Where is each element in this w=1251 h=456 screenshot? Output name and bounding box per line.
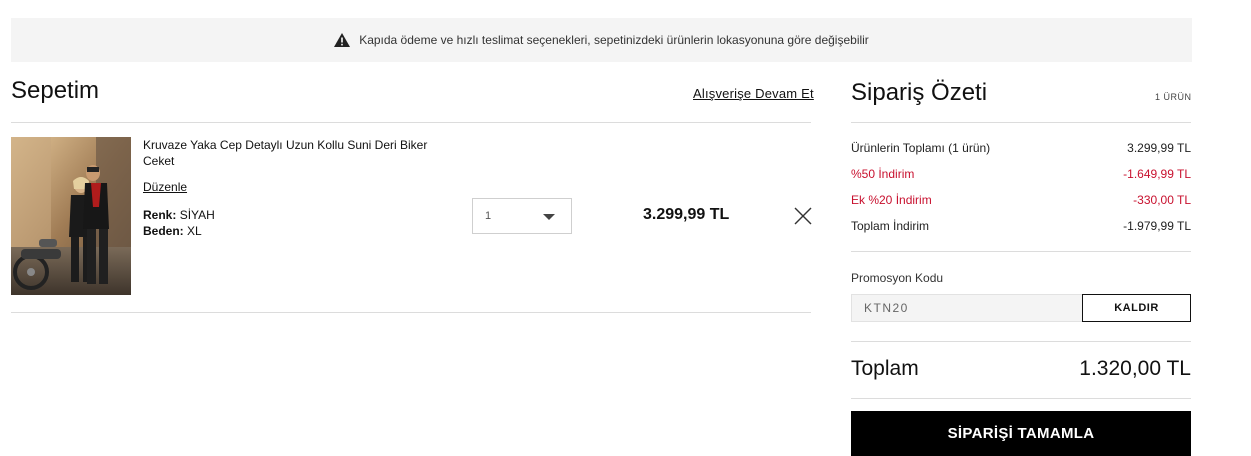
discount-50-label: %50 İndirim (851, 167, 915, 181)
total-divider (851, 398, 1191, 399)
discount-50-value: -1.649,99 TL (1123, 167, 1191, 181)
total-discount-label: Toplam İndirim (851, 219, 930, 233)
product-name[interactable]: Kruvaze Yaka Cep Detaylı Uzun Kollu Suni… (143, 137, 433, 169)
continue-shopping-link[interactable]: Alışverişe Devam Et (693, 86, 814, 101)
subtotal-label: Ürünlerin Toplamı (1 ürün) (851, 141, 991, 155)
extra-discount-row: Ek %20 İndirim -330,00 TL (851, 193, 1191, 207)
extra-discount-value: -330,00 TL (1133, 193, 1191, 207)
product-size: Beden: XL (143, 224, 202, 238)
size-label: Beden: (143, 224, 184, 238)
extra-discount-label: Ek %20 İndirim (851, 193, 932, 207)
size-value: XL (187, 224, 202, 238)
item-count-badge: 1 ÜRÜN (1155, 92, 1192, 102)
cart-item-divider (11, 312, 811, 313)
cart-title: Sepetim (11, 77, 100, 104)
promo-code-label: Promosyon Kodu (851, 271, 944, 285)
remove-promo-button[interactable]: KALDIR (1082, 294, 1191, 322)
warning-icon (334, 33, 351, 47)
cart-header-divider (11, 122, 811, 123)
summary-title: Sipariş Özeti (851, 79, 988, 106)
notice-text: Kapıda ödeme ve hızlı teslimat seçenekle… (359, 33, 869, 47)
complete-order-button[interactable]: SİPARİŞİ TAMAMLA (851, 411, 1191, 456)
quantity-select[interactable]: 1 (472, 198, 572, 234)
promo-code-input[interactable] (851, 294, 1082, 322)
summary-divider (851, 251, 1191, 252)
subtotal-row: Ürünlerin Toplamı (1 ürün) 3.299,99 TL (851, 141, 1191, 155)
quantity-value: 1 (485, 210, 492, 222)
shipping-notice-bar: Kapıda ödeme ve hızlı teslimat seçenekle… (11, 18, 1192, 62)
summary-header-divider (851, 122, 1191, 123)
total-discount-value: -1.979,99 TL (1123, 219, 1191, 233)
close-icon[interactable] (793, 206, 813, 226)
chevron-down-icon (543, 214, 555, 220)
discount-50-row: %50 İndirim -1.649,99 TL (851, 167, 1191, 181)
total-discount-row: Toplam İndirim -1.979,99 TL (851, 219, 1191, 233)
promo-divider (851, 341, 1191, 342)
color-value: SİYAH (179, 208, 215, 222)
product-color: Renk: SİYAH (143, 208, 215, 222)
subtotal-value: 3.299,99 TL (1127, 141, 1191, 155)
item-price: 3.299,99 TL (643, 206, 730, 223)
edit-item-link[interactable]: Düzenle (143, 180, 187, 194)
total-label: Toplam (851, 357, 919, 380)
product-image[interactable] (11, 137, 131, 295)
total-value: 1.320,00 TL (1079, 357, 1191, 380)
color-label: Renk: (143, 208, 177, 222)
